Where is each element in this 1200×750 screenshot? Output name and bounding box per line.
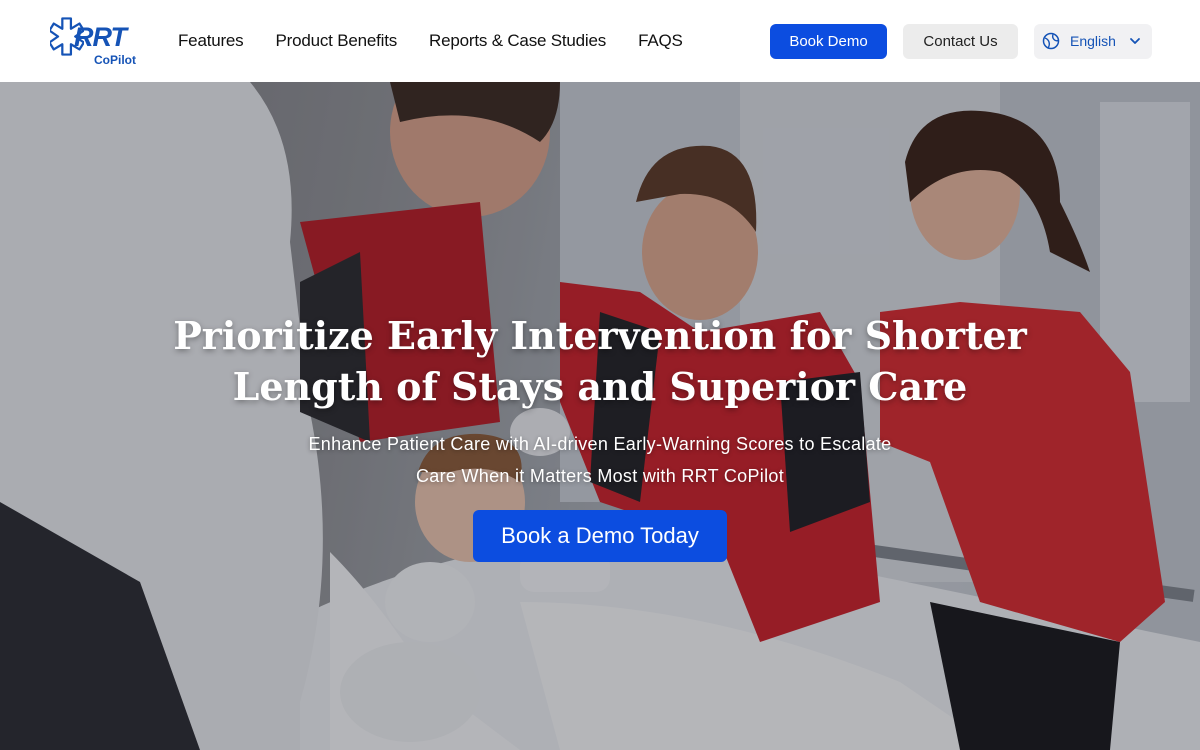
hero-subtitle-line-2: Care When it Matters Most with RRT CoPil… — [415, 466, 785, 486]
hero-content: Prioritize Early Intervention for Shorte… — [0, 82, 1200, 750]
hero-title: Prioritize Early Intervention for Shorte… — [150, 310, 1050, 412]
site-header: RRT CoPilot Features Product Benefits Re… — [0, 0, 1200, 82]
logo-subtitle: CoPilot — [94, 53, 136, 67]
chevron-down-icon — [1130, 38, 1140, 44]
nav-product-benefits[interactable]: Product Benefits — [276, 31, 398, 51]
language-label: English — [1070, 33, 1116, 49]
hero-title-line-2: Length of Stays and Superior Care — [232, 364, 968, 409]
main-nav: Features Product Benefits Reports & Case… — [178, 31, 683, 51]
nav-faqs[interactable]: FAQS — [638, 31, 683, 51]
nav-features[interactable]: Features — [178, 31, 244, 51]
logo-mark: RRT — [74, 22, 127, 52]
contact-us-button[interactable]: Contact Us — [903, 23, 1018, 59]
hero-subtitle-line-1: Enhance Patient Care with AI-driven Earl… — [308, 434, 892, 454]
hero-section: Prioritize Early Intervention for Shorte… — [0, 82, 1200, 750]
book-demo-button[interactable]: Book Demo — [770, 23, 887, 59]
book-a-demo-today-button[interactable]: Book a Demo Today — [473, 510, 727, 562]
nav-reports-case-studies[interactable]: Reports & Case Studies — [429, 31, 606, 51]
hero-title-line-1: Prioritize Early Intervention for Shorte… — [173, 313, 1027, 358]
logo[interactable]: RRT CoPilot — [50, 13, 150, 69]
globe-icon — [1042, 32, 1060, 50]
hero-subtitle: Enhance Patient Care with AI-driven Earl… — [270, 428, 930, 492]
header-actions: Book Demo Contact Us English — [770, 23, 1152, 59]
language-selector[interactable]: English — [1034, 23, 1152, 59]
